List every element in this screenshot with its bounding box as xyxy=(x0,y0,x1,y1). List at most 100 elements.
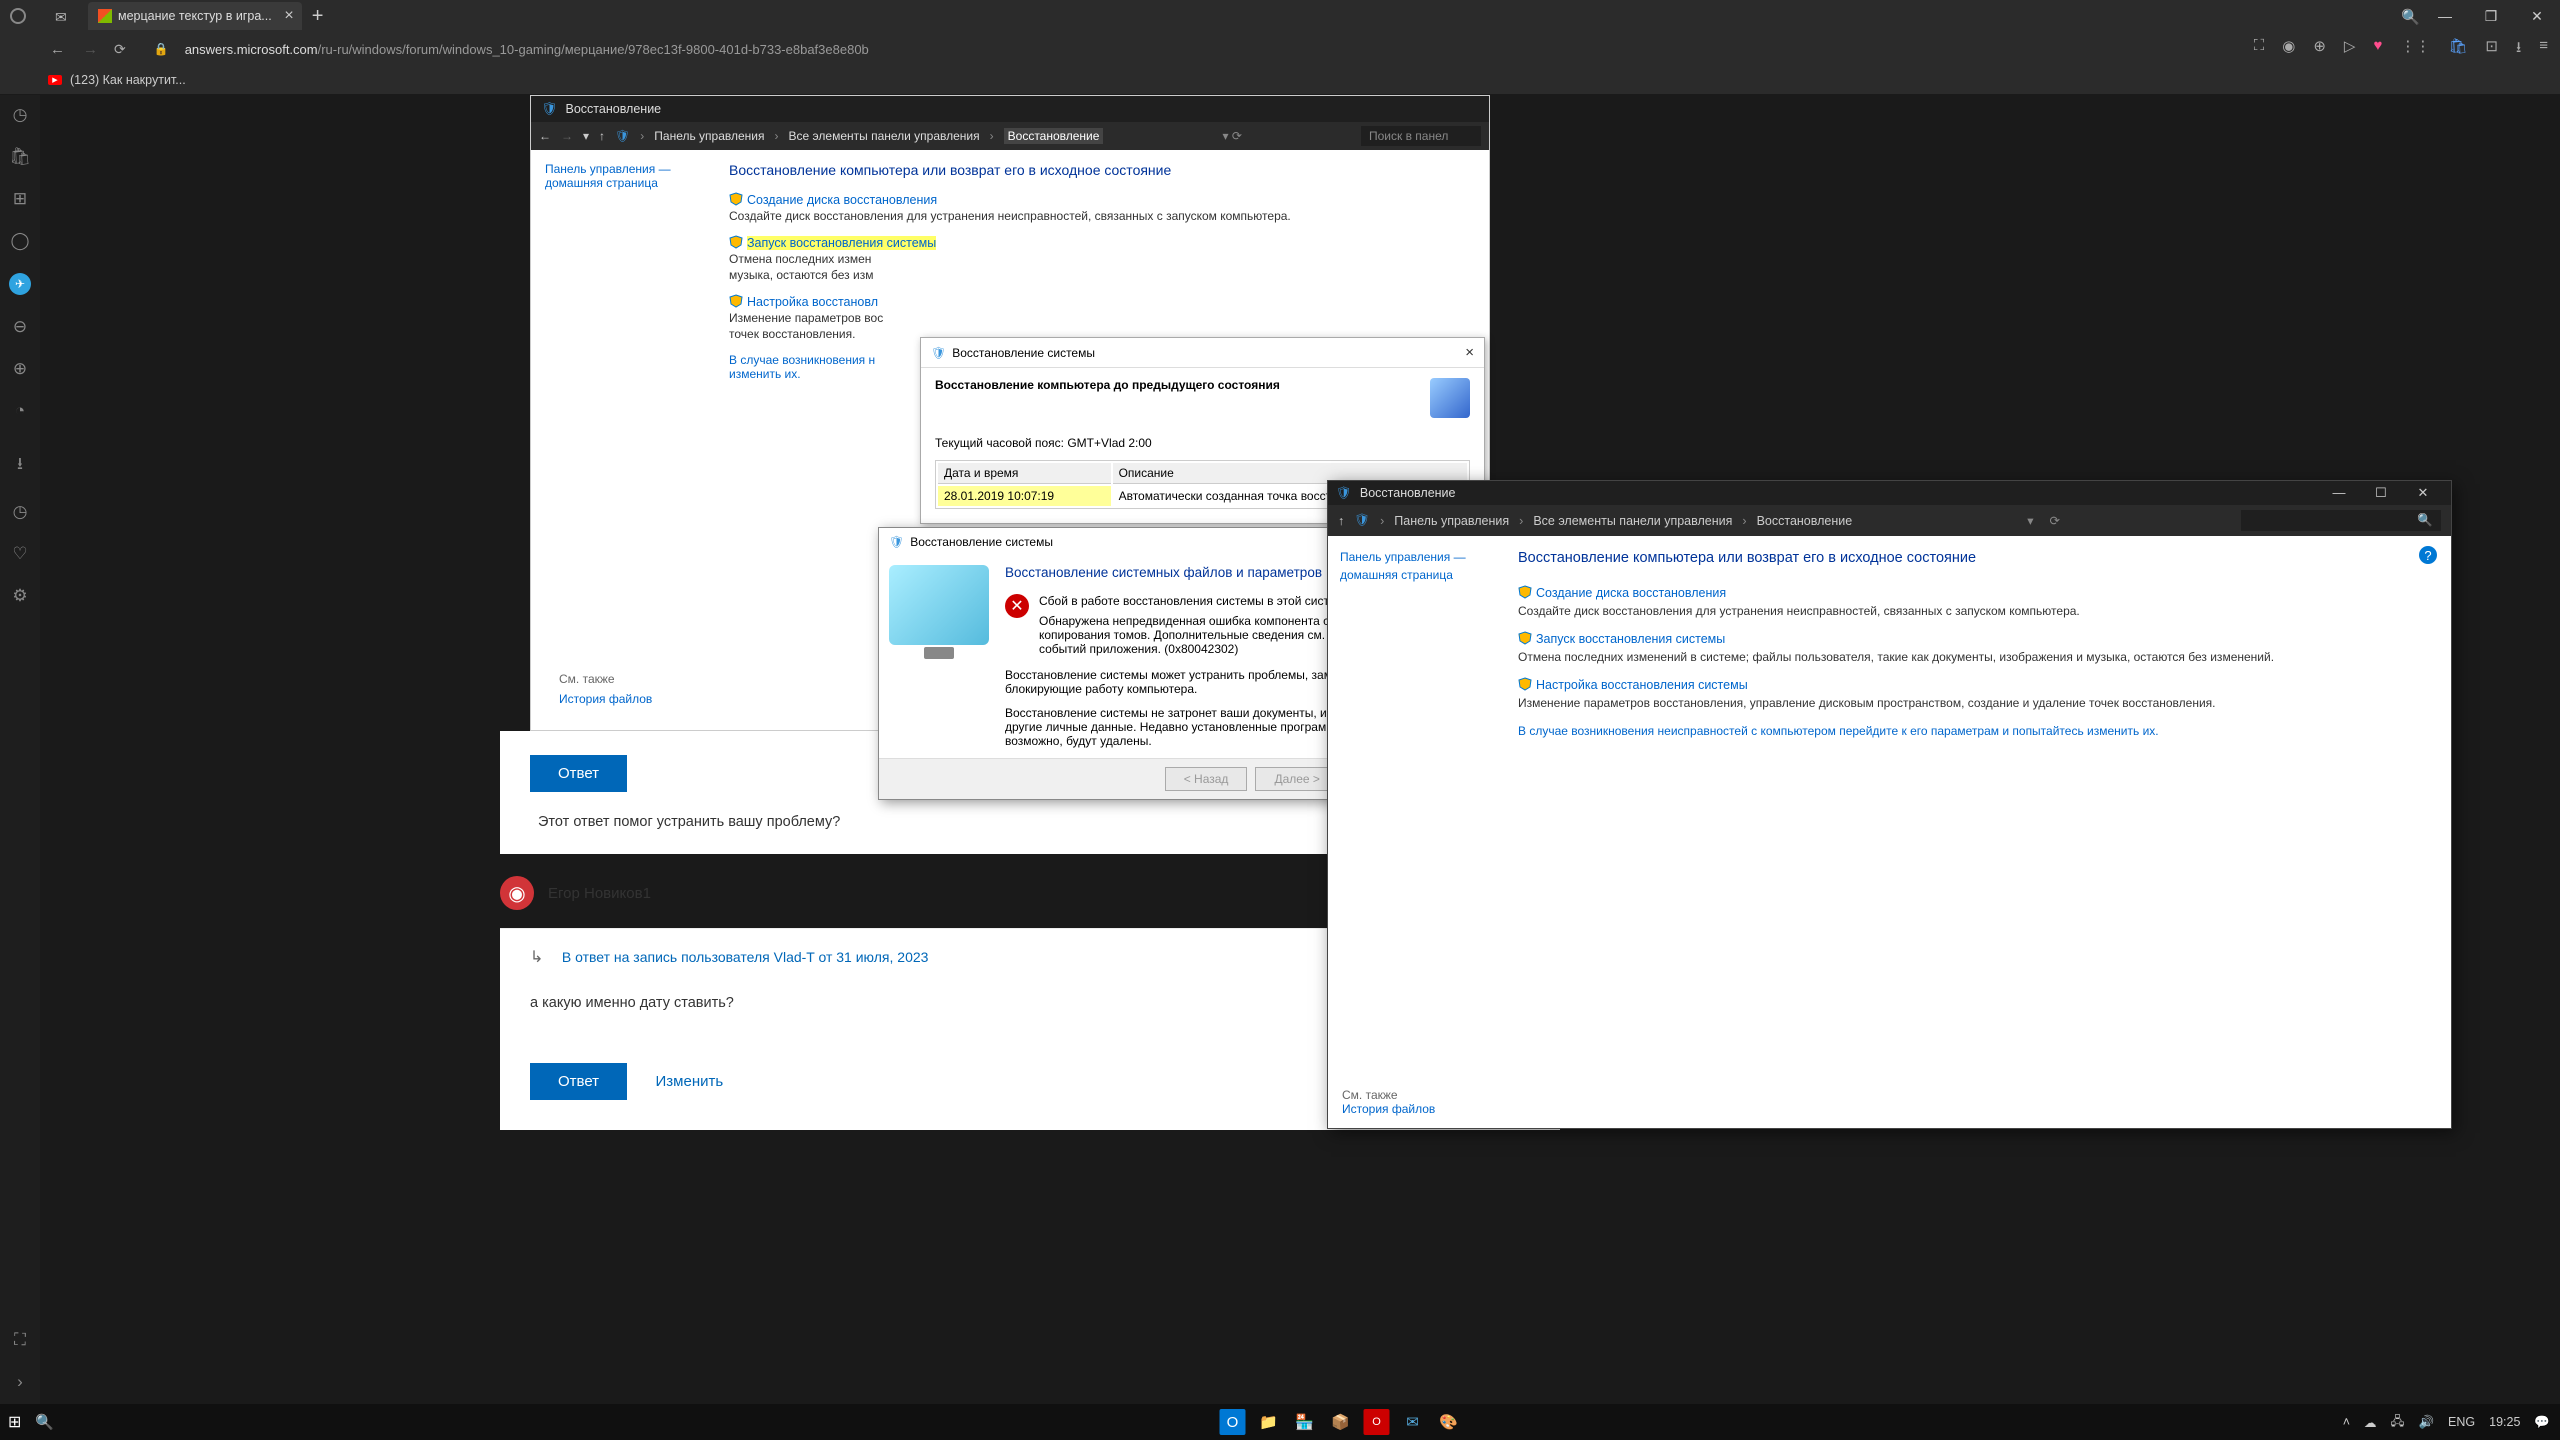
breadcrumb[interactable]: Восстановление xyxy=(1757,514,1853,528)
configure-restore-link[interactable]: Настройка восстановл xyxy=(747,295,878,309)
taskbar-app[interactable]: ✉ xyxy=(1400,1409,1426,1435)
minimize-button[interactable]: — xyxy=(2319,485,2359,501)
minimize-button[interactable]: — xyxy=(2422,0,2468,32)
close-button[interactable]: ✕ xyxy=(2403,485,2443,501)
telegram-icon[interactable]: ✈ xyxy=(9,273,31,295)
sidebar-home-link[interactable]: Панель управления — домашняя страница xyxy=(545,162,671,190)
download-icon[interactable]: ⭳ xyxy=(2516,37,2521,62)
browser-tab-active[interactable]: мерцание текстур в игра... × xyxy=(88,2,302,30)
option-desc: Создайте диск восстановления для устране… xyxy=(1518,604,2431,618)
panel-search[interactable]: Поиск в панел xyxy=(1361,126,1481,146)
volume-icon[interactable]: 🔊 xyxy=(2418,1415,2434,1430)
file-history-link[interactable]: История файлов xyxy=(1342,1102,1435,1116)
sidebar-item[interactable]: ◯ xyxy=(10,231,29,251)
notifications-icon[interactable]: 💬 xyxy=(2534,1415,2550,1430)
start-system-restore-link[interactable]: Запуск восстановления системы xyxy=(1536,632,1725,646)
taskbar-app[interactable]: O xyxy=(1220,1409,1246,1435)
shield-icon: 🛡 xyxy=(541,101,558,117)
nav-forward-icon[interactable]: → xyxy=(83,41,98,58)
close-icon[interactable]: × xyxy=(1465,344,1474,361)
camera-icon[interactable]: ◉ xyxy=(2282,37,2295,62)
avatar[interactable]: ◉ xyxy=(500,876,534,910)
language-indicator[interactable]: ENG xyxy=(2448,1415,2475,1429)
tray-chevron-icon[interactable]: ˄ xyxy=(2343,1415,2350,1429)
breadcrumb[interactable]: Восстановление xyxy=(1004,128,1104,144)
start-system-restore-link[interactable]: Запуск восстановления системы xyxy=(747,236,936,250)
up-icon[interactable]: ↑ xyxy=(1338,514,1344,528)
network-icon[interactable]: 🖧 xyxy=(2391,1412,2405,1433)
taskbar-app[interactable]: 📦 xyxy=(1328,1409,1354,1435)
forward-icon[interactable]: → xyxy=(561,129,573,143)
taskbar-app[interactable]: 📁 xyxy=(1256,1409,1282,1435)
sidebar-expand-icon[interactable]: › xyxy=(17,1372,23,1392)
url-display[interactable]: answers.microsoft.com/ru-ru/windows/foru… xyxy=(185,42,869,57)
play-icon[interactable]: ▷ xyxy=(2344,37,2356,62)
panel-title: Восстановление xyxy=(566,102,662,116)
taskbar-search-icon[interactable]: 🔍 xyxy=(35,1413,54,1431)
fallback-text[interactable]: изменить их. xyxy=(729,367,801,381)
option-desc: Изменение параметров восстановления, упр… xyxy=(1518,696,2431,710)
translate-icon[interactable]: ⊕ xyxy=(2313,37,2326,62)
sidebar-item[interactable]: ⚙ xyxy=(12,586,27,606)
fallback-text[interactable]: В случае возникновения н xyxy=(729,353,875,367)
sidebar-home-link[interactable]: Панель управления — домашняя страница xyxy=(1340,550,1466,582)
tab-close-icon[interactable]: × xyxy=(284,7,293,25)
edit-link[interactable]: Изменить xyxy=(656,1073,724,1090)
reload-icon[interactable]: ⟳ xyxy=(114,41,126,58)
recovery-main: ? Восстановление компьютера или возврат … xyxy=(1498,536,2451,1076)
help-icon[interactable]: ? xyxy=(2419,546,2437,564)
configure-restore-link[interactable]: Настройка восстановления системы xyxy=(1536,678,1748,692)
lock-icon[interactable]: 🔒 xyxy=(154,42,169,56)
onedrive-icon[interactable]: ☁ xyxy=(2364,1415,2377,1430)
reply-button[interactable]: Ответ xyxy=(530,755,627,792)
opera-menu-icon[interactable] xyxy=(10,8,26,24)
create-recovery-disk-link[interactable]: Создание диска восстановления xyxy=(747,193,937,207)
sidebar-item[interactable]: ♡ xyxy=(12,544,27,564)
breadcrumb[interactable]: Панель управления xyxy=(1394,514,1509,528)
taskbar-app[interactable]: 🎨 xyxy=(1436,1409,1462,1435)
sidebar-item[interactable]: ⊕ xyxy=(13,359,27,379)
maximize-button[interactable]: ☐ xyxy=(2361,485,2401,501)
close-window-button[interactable]: ✕ xyxy=(2514,0,2560,32)
create-recovery-disk-link[interactable]: Создание диска восстановления xyxy=(1536,586,1726,600)
file-history-link[interactable]: История файлов xyxy=(559,692,652,706)
back-icon[interactable]: ← xyxy=(539,129,551,143)
breadcrumb[interactable]: Панель управления xyxy=(654,129,764,143)
sidebar-item[interactable]: ◷ xyxy=(13,105,28,125)
start-button[interactable]: ⊞ xyxy=(8,1412,21,1432)
cart-icon[interactable]: 🛍 xyxy=(2448,37,2467,62)
reply-to-link[interactable]: В ответ на запись пользователя Vlad-T от… xyxy=(562,949,929,965)
new-tab-button[interactable]: + xyxy=(312,5,324,28)
nav-back-icon[interactable]: ← xyxy=(50,41,65,58)
opera-sidebar: ◷ 🛍 ⊞ ◯ ✈ ⊖ ⊕ ◔ ⭳ ◷ ♡ ⚙ ⛶ › xyxy=(0,95,40,1404)
sidebar-item[interactable]: ⭳ xyxy=(17,451,23,480)
heart-icon[interactable]: ♥ xyxy=(2373,37,2382,62)
fallback-link[interactable]: В случае возникновения неисправностей с … xyxy=(1518,724,2431,738)
sidebar-item[interactable]: ◔ xyxy=(15,401,25,421)
sidebar-item[interactable]: ⊖ xyxy=(13,317,27,337)
sidebar-item[interactable]: ⊞ xyxy=(13,189,27,209)
clock[interactable]: 19:25 xyxy=(2489,1415,2520,1429)
bookmark-item[interactable]: (123) Как накрутит... xyxy=(70,73,186,87)
panel-toolbar: ← → ▾ ↑ 🛡 › Панель управления › Все элем… xyxy=(531,122,1489,150)
sidebar-item[interactable]: ⛶ xyxy=(14,1330,26,1350)
taskbar-app[interactable]: 🏪 xyxy=(1292,1409,1318,1435)
sidebar-item[interactable]: ◷ xyxy=(13,502,28,522)
username[interactable]: Егор Новиков1 xyxy=(548,885,651,902)
extension-icon[interactable]: ⊡ xyxy=(2485,37,2498,62)
breadcrumb[interactable]: Все элементы панели управления xyxy=(789,129,980,143)
mail-icon[interactable]: ✉ xyxy=(55,9,67,26)
maximize-button[interactable]: ❐ xyxy=(2468,0,2514,32)
reply-button[interactable]: Ответ xyxy=(530,1063,627,1100)
menu-icon[interactable]: ≡ xyxy=(2539,37,2548,62)
dropdown-icon[interactable]: ▾ xyxy=(583,129,589,143)
taskbar-app[interactable]: O xyxy=(1364,1409,1390,1435)
bookmark-icon[interactable]: ⋮⋮ xyxy=(2400,37,2430,62)
search-input[interactable]: 🔍 xyxy=(2241,510,2441,531)
screenshot-icon[interactable]: ⛶ xyxy=(2254,37,2265,62)
breadcrumb[interactable]: Все элементы панели управления xyxy=(1533,514,1732,528)
up-icon[interactable]: ↑ xyxy=(599,129,605,143)
sidebar-item[interactable]: 🛍 xyxy=(9,147,31,167)
recovery-sidebar: Панель управления — домашняя страница xyxy=(1328,536,1498,1076)
tabs-search-icon[interactable]: 🔍 xyxy=(2401,8,2420,26)
